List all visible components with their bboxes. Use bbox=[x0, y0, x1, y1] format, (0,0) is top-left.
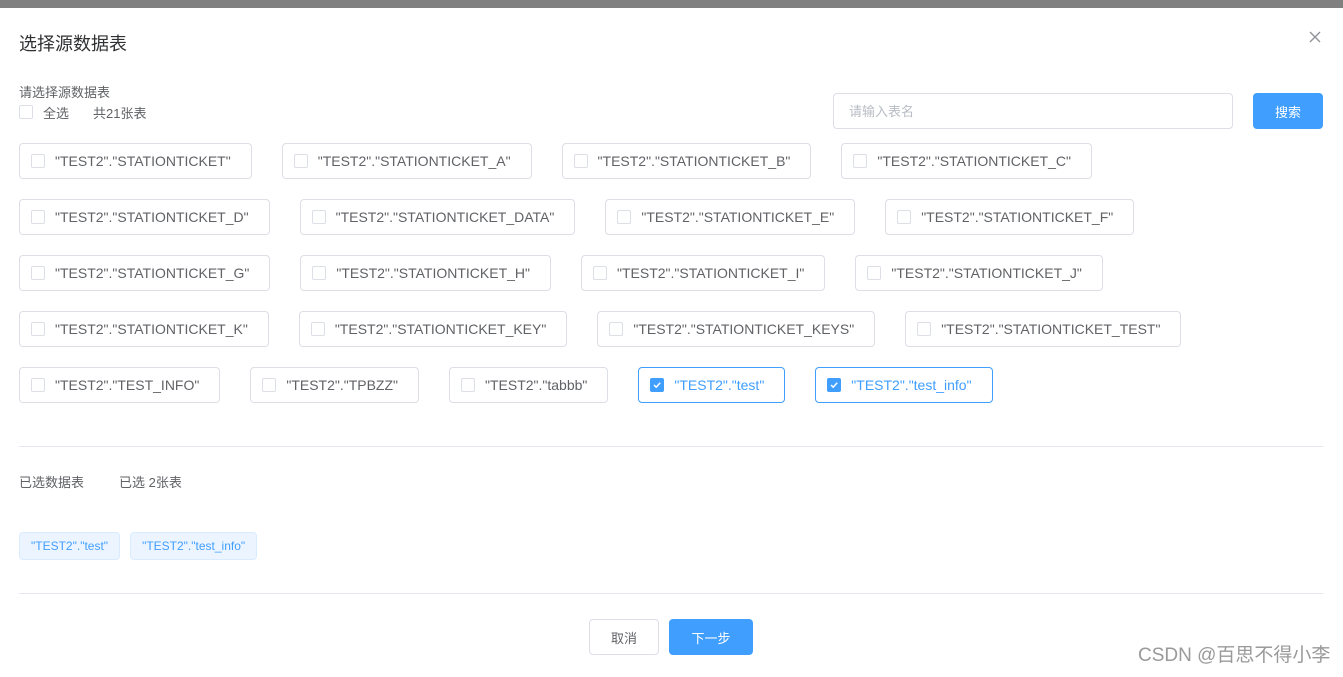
table-name-label: "TEST2"."test_info" bbox=[851, 377, 972, 393]
cancel-button[interactable]: 取消 bbox=[589, 619, 659, 655]
table-checkbox-item[interactable]: "TEST2"."test" bbox=[638, 367, 786, 403]
select-all-checkbox[interactable] bbox=[19, 105, 33, 119]
checkbox[interactable] bbox=[897, 210, 912, 224]
watermark: CSDN @百思不得小李 bbox=[1138, 645, 1331, 666]
selected-table-tag: "TEST2"."test" bbox=[19, 532, 121, 560]
table-name-label: "TEST2"."STATIONTICKET_TEST" bbox=[941, 321, 1161, 337]
checkbox[interactable] bbox=[593, 266, 607, 280]
table-name-label: "TEST2"."STATIONTICKET_KEY" bbox=[334, 321, 547, 337]
selected-table-tag: "TEST2"."test_info" bbox=[130, 532, 258, 560]
checkbox[interactable] bbox=[312, 266, 327, 280]
source-table-label: 请选择源数据表 bbox=[19, 85, 111, 100]
selected-tags: "TEST2"."test" "TEST2"."test_info" bbox=[19, 532, 267, 560]
close-icon[interactable] bbox=[1306, 28, 1324, 46]
table-checkbox-item[interactable]: "TEST2"."STATIONTICKET_C" bbox=[841, 143, 1092, 179]
table-row: "TEST2"."STATIONTICKET_D" "TEST2"."STATIO… bbox=[19, 199, 1323, 235]
checkbox[interactable] bbox=[917, 322, 932, 336]
checkbox[interactable] bbox=[827, 378, 842, 392]
table-name-label: "TEST2"."STATIONTICKET_C" bbox=[877, 153, 1071, 169]
table-name-label: "TEST2"."STATIONTICKET_D" bbox=[55, 209, 249, 225]
table-row: "TEST2"."STATIONTICKET_G" "TEST2"."STATIO… bbox=[19, 255, 1323, 291]
table-row: "TEST2"."STATIONTICKET" "TEST2"."STATIONT… bbox=[19, 143, 1323, 179]
table-name-label: "TEST2"."tabbb" bbox=[485, 377, 588, 393]
overlay-top-bar bbox=[0, 0, 1343, 8]
table-name-label: "TEST2"."TPBZZ" bbox=[286, 377, 399, 393]
table-checkbox-item[interactable]: "TEST2"."STATIONTICKET_I" bbox=[581, 255, 826, 291]
checkbox[interactable] bbox=[609, 322, 624, 336]
table-total-count: 共21张表 bbox=[93, 105, 147, 121]
selected-count: 已选 2张表 bbox=[119, 475, 182, 490]
checkbox[interactable] bbox=[311, 210, 326, 224]
table-checkbox-item[interactable]: "TEST2"."STATIONTICKET_KEY" bbox=[298, 311, 568, 347]
table-name-label: "TEST2"."STATIONTICKET_E" bbox=[641, 209, 835, 225]
table-checkbox-item[interactable]: "TEST2"."STATIONTICKET_A" bbox=[281, 143, 532, 179]
table-checkbox-item[interactable]: "TEST2"."TEST_INFO" bbox=[19, 367, 221, 403]
table-name-label: "TEST2"."STATIONTICKET" bbox=[55, 153, 231, 169]
dialog-title: 选择源数据表 bbox=[19, 34, 127, 54]
checkbox[interactable] bbox=[573, 154, 588, 168]
table-row: "TEST2"."STATIONTICKET_K" "TEST2"."STATIO… bbox=[19, 311, 1323, 347]
table-name-label: "TEST2"."STATIONTICKET_KEYS" bbox=[633, 321, 855, 337]
check-icon bbox=[830, 382, 839, 389]
table-checkbox-item[interactable]: "TEST2"."STATIONTICKET_D" bbox=[19, 199, 270, 235]
table-checkbox-item[interactable]: "TEST2"."STATIONTICKET_F" bbox=[885, 199, 1135, 235]
checkbox[interactable] bbox=[310, 322, 325, 336]
check-icon bbox=[653, 382, 662, 389]
table-checkbox-item[interactable]: "TEST2"."STATIONTICKET_J" bbox=[855, 255, 1103, 291]
checkbox[interactable] bbox=[31, 378, 45, 392]
select-source-table-dialog: 选择源数据表 请选择源数据表 全选 共21张表 搜索 "TEST2"."STAT… bbox=[0, 8, 1343, 677]
section-divider bbox=[19, 446, 1323, 447]
table-checkbox-item[interactable]: "TEST2"."STATIONTICKET_KEYS" bbox=[597, 311, 876, 347]
table-checkbox-item[interactable]: "TEST2"."tabbb" bbox=[449, 367, 609, 403]
table-checkbox-item[interactable]: "TEST2"."STATIONTICKET_E" bbox=[605, 199, 856, 235]
table-checkbox-item[interactable]: "TEST2"."TPBZZ" bbox=[250, 367, 420, 403]
table-name-label: "TEST2"."STATIONTICKET_J" bbox=[891, 265, 1082, 281]
table-checkbox-item[interactable]: "TEST2"."STATIONTICKET_K" bbox=[19, 311, 269, 347]
table-name-label: "TEST2"."TEST_INFO" bbox=[55, 377, 200, 393]
table-name-label: "TEST2"."STATIONTICKET_I" bbox=[617, 265, 805, 281]
checkbox[interactable] bbox=[31, 322, 45, 336]
table-name-label: "TEST2"."STATIONTICKET_DATA" bbox=[335, 209, 555, 225]
footer-divider bbox=[19, 593, 1323, 594]
table-checkbox-item[interactable]: "TEST2"."STATIONTICKET" bbox=[19, 143, 252, 179]
checkbox[interactable] bbox=[617, 210, 632, 224]
select-all-label[interactable]: 全选 bbox=[43, 103, 69, 122]
checkbox[interactable] bbox=[31, 210, 45, 224]
table-checkbox-item[interactable]: "TEST2"."STATIONTICKET_DATA" bbox=[299, 199, 576, 235]
table-name-label: "TEST2"."test" bbox=[674, 377, 765, 393]
table-row: "TEST2"."TEST_INFO" "TEST2"."TPBZZ" "TEST2… bbox=[19, 367, 1323, 403]
table-checkbox-item[interactable]: "TEST2"."STATIONTICKET_B" bbox=[561, 143, 812, 179]
selected-tables-label: 已选数据表 bbox=[19, 475, 85, 490]
checkbox[interactable] bbox=[293, 154, 308, 168]
table-checkbox-item[interactable]: "TEST2"."STATIONTICKET_TEST" bbox=[905, 311, 1182, 347]
table-checkbox-item[interactable]: "TEST2"."STATIONTICKET_G" bbox=[19, 255, 271, 291]
table-name-label: "TEST2"."STATIONTICKET_A" bbox=[317, 153, 511, 169]
checkbox[interactable] bbox=[262, 378, 277, 392]
search-button[interactable]: 搜索 bbox=[1253, 93, 1323, 129]
table-checkbox-item[interactable]: "TEST2"."test_info" bbox=[815, 367, 993, 403]
next-step-button[interactable]: 下一步 bbox=[669, 619, 753, 655]
select-all-row: 全选 共21张表 bbox=[19, 103, 147, 122]
checkbox[interactable] bbox=[31, 266, 45, 280]
checkbox[interactable] bbox=[31, 154, 45, 168]
checkbox[interactable] bbox=[853, 154, 868, 168]
table-name-label: "TEST2"."STATIONTICKET_G" bbox=[55, 265, 250, 281]
source-table-grid: "TEST2"."STATIONTICKET" "TEST2"."STATIONT… bbox=[19, 143, 1323, 423]
table-name-label: "TEST2"."STATIONTICKET_K" bbox=[55, 321, 248, 337]
checkbox[interactable] bbox=[867, 266, 882, 280]
table-checkbox-item[interactable]: "TEST2"."STATIONTICKET_H" bbox=[300, 255, 551, 291]
table-name-label: "TEST2"."STATIONTICKET_H" bbox=[336, 265, 530, 281]
checkbox[interactable] bbox=[461, 378, 476, 392]
table-name-label: "TEST2"."STATIONTICKET_F" bbox=[921, 209, 1114, 225]
checkbox[interactable] bbox=[650, 378, 665, 392]
table-name-search-input[interactable] bbox=[833, 93, 1233, 129]
table-name-label: "TEST2"."STATIONTICKET_B" bbox=[597, 153, 791, 169]
